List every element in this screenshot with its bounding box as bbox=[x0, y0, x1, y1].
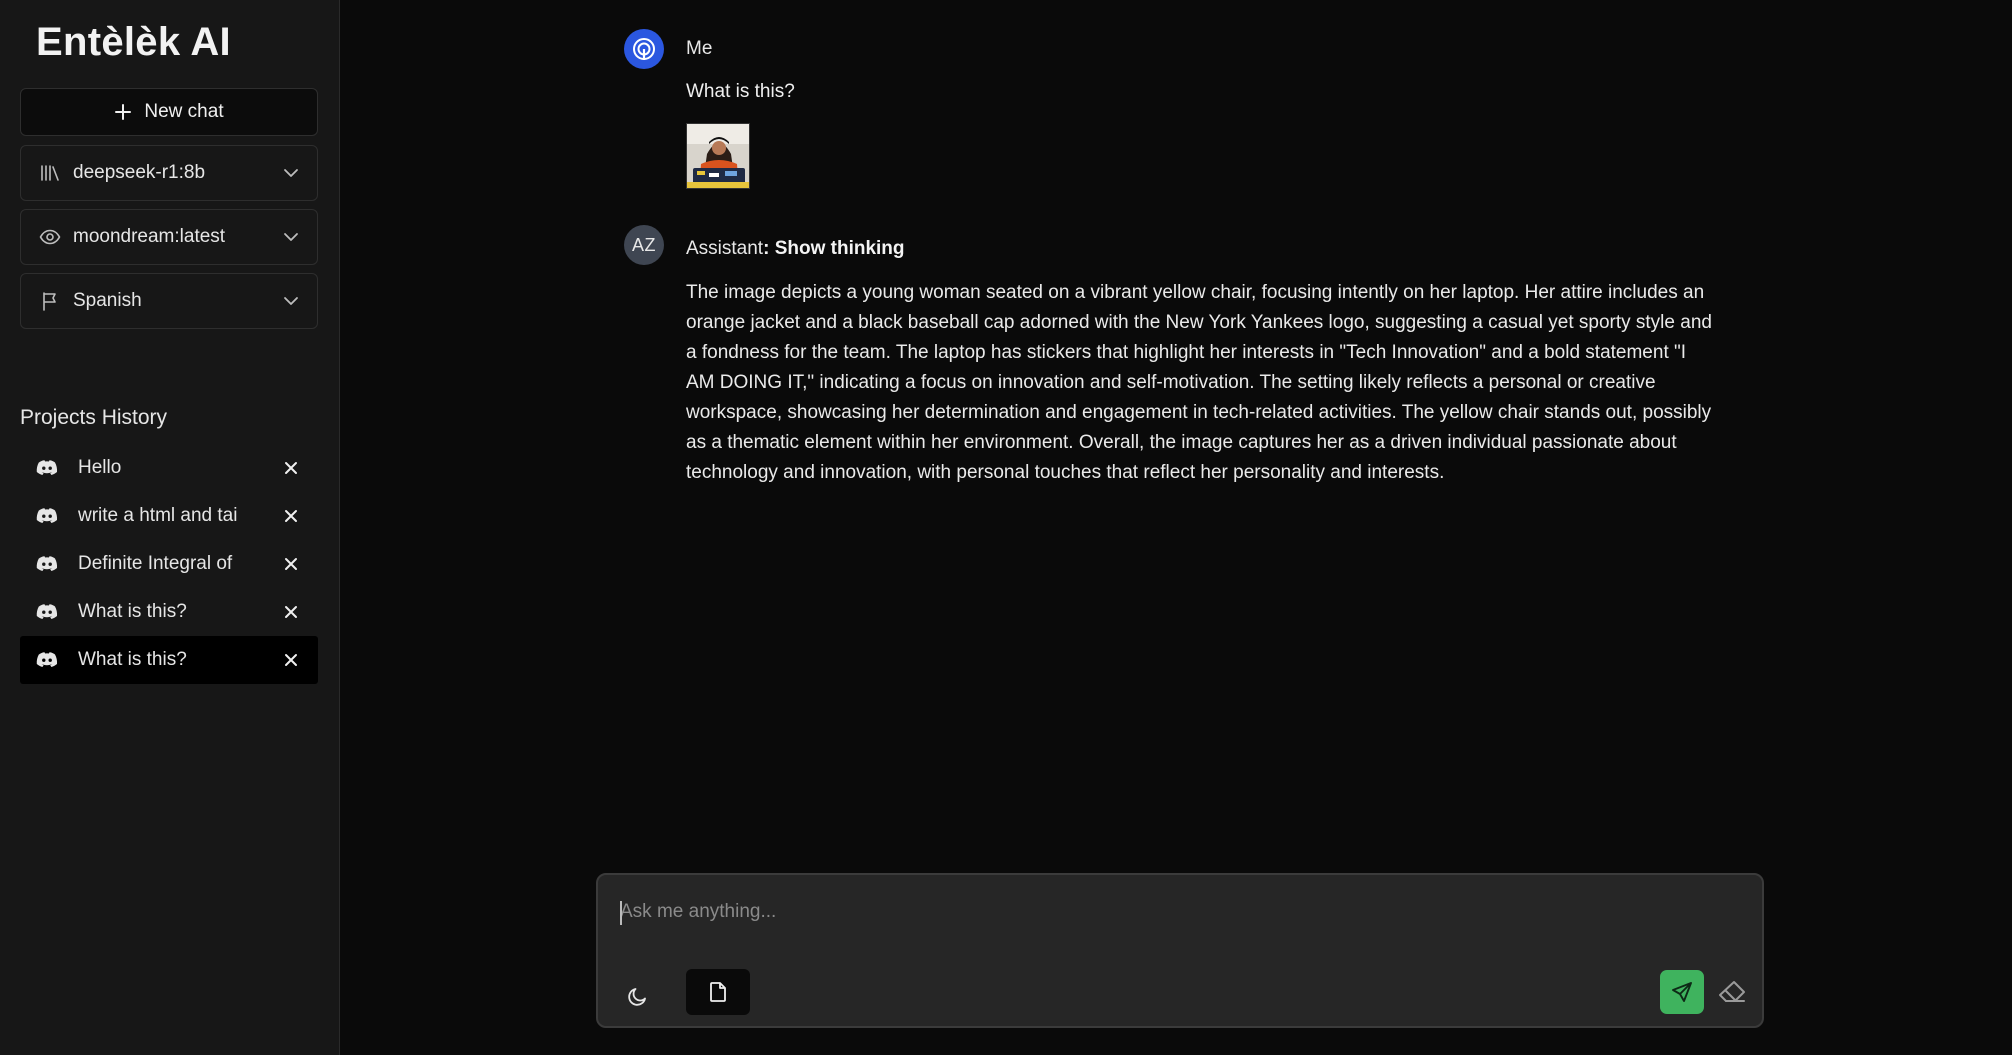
attached-image-thumbnail[interactable] bbox=[686, 123, 750, 189]
model-select-value: deepseek-r1:8b bbox=[73, 162, 206, 183]
language-select[interactable]: Spanish bbox=[20, 273, 318, 329]
history-item-label: What is this? bbox=[78, 649, 187, 670]
discord-icon bbox=[36, 505, 58, 527]
new-chat-button[interactable]: New chat bbox=[20, 88, 318, 136]
chevron-down-icon bbox=[283, 168, 299, 178]
close-icon[interactable] bbox=[280, 553, 302, 575]
vision-model-select[interactable]: moondream:latest bbox=[20, 209, 318, 265]
history-item[interactable]: Hello bbox=[20, 444, 318, 492]
language-select-value: Spanish bbox=[73, 290, 142, 311]
close-icon[interactable] bbox=[280, 649, 302, 671]
eraser-icon bbox=[1719, 981, 1745, 1002]
plus-icon bbox=[115, 104, 132, 120]
theme-toggle-button[interactable] bbox=[618, 976, 658, 1016]
history-item[interactable]: What is this? bbox=[20, 588, 318, 636]
close-icon[interactable] bbox=[280, 601, 302, 623]
assistant-name: Assistant bbox=[686, 238, 764, 259]
close-icon[interactable] bbox=[280, 457, 302, 479]
history-item[interactable]: write a html and tai bbox=[20, 492, 318, 540]
vision-select-value: moondream:latest bbox=[73, 226, 226, 247]
moon-icon bbox=[628, 988, 646, 1006]
user-name: Me bbox=[686, 38, 713, 59]
discord-icon bbox=[36, 649, 58, 671]
projects-history-title: Projects History bbox=[20, 406, 168, 429]
show-thinking-toggle[interactable]: : Show thinking bbox=[763, 238, 904, 259]
discord-icon bbox=[36, 553, 58, 575]
close-icon[interactable] bbox=[280, 505, 302, 527]
model-select[interactable]: deepseek-r1:8b bbox=[20, 145, 318, 201]
message-composer bbox=[596, 873, 1764, 1028]
send-button[interactable] bbox=[1660, 970, 1704, 1014]
history-item-label: Hello bbox=[78, 457, 122, 478]
sidebar: Entèlèk AI New chat deepseek-r1:8b moond… bbox=[0, 0, 340, 1055]
user-avatar bbox=[624, 29, 664, 69]
flag-icon bbox=[39, 291, 61, 311]
app-title: Entèlèk AI bbox=[36, 20, 231, 64]
new-chat-label: New chat bbox=[144, 101, 224, 122]
clear-chat-button[interactable] bbox=[1712, 972, 1752, 1012]
history-item-active[interactable]: What is this? bbox=[20, 636, 318, 684]
chevron-down-icon bbox=[283, 296, 299, 306]
library-icon bbox=[39, 164, 61, 182]
text-caret bbox=[620, 901, 622, 925]
history-item-label: write a html and tai bbox=[78, 505, 238, 526]
send-icon bbox=[1672, 982, 1692, 1002]
assistant-header: Assistant: Show thinking bbox=[686, 238, 905, 260]
eye-icon bbox=[39, 229, 61, 245]
history-item-label: Definite Integral of bbox=[78, 553, 233, 574]
discord-icon bbox=[36, 601, 58, 623]
assistant-answer: The image depicts a young woman seated o… bbox=[686, 282, 1712, 483]
assistant-avatar: AZ bbox=[624, 225, 664, 265]
chevron-down-icon bbox=[283, 232, 299, 242]
file-icon bbox=[710, 982, 726, 1002]
discord-icon bbox=[36, 457, 58, 479]
history-item[interactable]: Definite Integral of bbox=[20, 540, 318, 588]
assistant-initials: AZ bbox=[631, 234, 656, 255]
history-item-label: What is this? bbox=[78, 601, 187, 622]
history-list: Hello write a html and tai Definite Inte… bbox=[20, 444, 318, 684]
user-question: What is this? bbox=[686, 81, 795, 102]
attach-file-button[interactable] bbox=[686, 969, 750, 1015]
user-avatar-icon bbox=[633, 38, 655, 60]
message-input[interactable] bbox=[620, 895, 1720, 929]
